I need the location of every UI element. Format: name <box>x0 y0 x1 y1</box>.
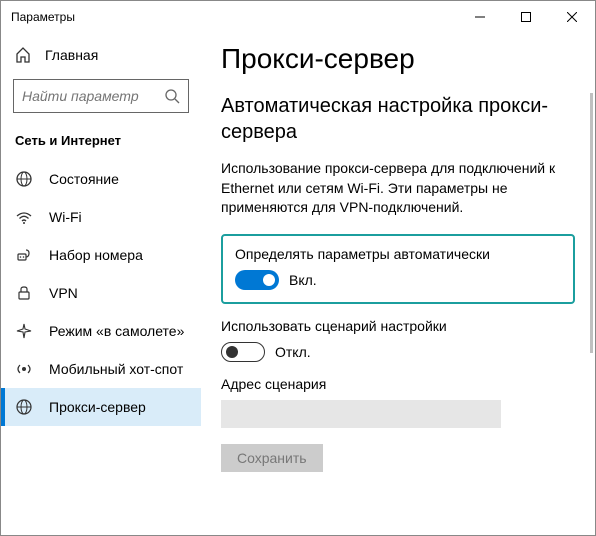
save-button[interactable]: Сохранить <box>221 444 323 472</box>
sidebar-item-status[interactable]: Состояние <box>1 160 201 198</box>
sidebar-item-label: Мобильный хот-спот <box>49 361 183 377</box>
maximize-button[interactable] <box>503 1 549 33</box>
auto-detect-highlight: Определять параметры автоматически Вкл. <box>221 234 575 304</box>
sidebar-item-label: Состояние <box>49 171 119 187</box>
sidebar-item-label: Прокси-сервер <box>49 399 146 415</box>
sidebar-item-label: Wi-Fi <box>49 209 82 225</box>
sidebar-home[interactable]: Главная <box>1 37 201 73</box>
sidebar-item-hotspot[interactable]: Мобильный хот-спот <box>1 350 201 388</box>
search-icon <box>164 88 180 104</box>
vpn-icon <box>15 284 33 302</box>
sidebar-item-airplane[interactable]: Режим «в самолете» <box>1 312 201 350</box>
script-address-input[interactable] <box>221 400 501 428</box>
auto-detect-label: Определять параметры автоматически <box>235 246 561 262</box>
sidebar-item-vpn[interactable]: VPN <box>1 274 201 312</box>
dialup-icon <box>15 246 33 264</box>
sidebar-home-label: Главная <box>45 47 98 63</box>
close-button[interactable] <box>549 1 595 33</box>
script-address-label: Адрес сценария <box>221 376 575 392</box>
use-script-toggle[interactable] <box>221 342 265 362</box>
status-icon <box>15 170 33 188</box>
sidebar: Главная Сеть и Интернет Состояние <box>1 33 201 535</box>
section-description: Использование прокси-сервера для подключ… <box>221 159 575 218</box>
page-title: Прокси-сервер <box>221 43 575 75</box>
window-title: Параметры <box>11 10 75 24</box>
sidebar-item-label: Набор номера <box>49 247 143 263</box>
search-box[interactable] <box>13 79 189 113</box>
auto-detect-toggle[interactable] <box>235 270 279 290</box>
sidebar-item-label: VPN <box>49 285 78 301</box>
auto-detect-state: Вкл. <box>289 272 317 288</box>
main-content: Прокси-сервер Автоматическая настройка п… <box>201 33 595 535</box>
use-script-label: Использовать сценарий настройки <box>221 318 575 334</box>
wifi-icon <box>15 208 33 226</box>
section-heading: Автоматическая настройка прокси-сервера <box>221 93 575 145</box>
use-script-state: Откл. <box>275 344 311 360</box>
airplane-icon <box>15 322 33 340</box>
sidebar-item-wifi[interactable]: Wi-Fi <box>1 198 201 236</box>
search-input[interactable] <box>22 88 162 104</box>
titlebar: Параметры <box>1 1 595 33</box>
window-controls <box>457 1 595 33</box>
home-icon <box>15 47 31 63</box>
sidebar-section-title: Сеть и Интернет <box>1 125 201 160</box>
hotspot-icon <box>15 360 33 378</box>
scrollbar[interactable] <box>590 93 593 353</box>
sidebar-item-proxy[interactable]: Прокси-сервер <box>1 388 201 426</box>
sidebar-item-label: Режим «в самолете» <box>49 323 184 339</box>
minimize-button[interactable] <box>457 1 503 33</box>
sidebar-item-dialup[interactable]: Набор номера <box>1 236 201 274</box>
proxy-icon <box>15 398 33 416</box>
